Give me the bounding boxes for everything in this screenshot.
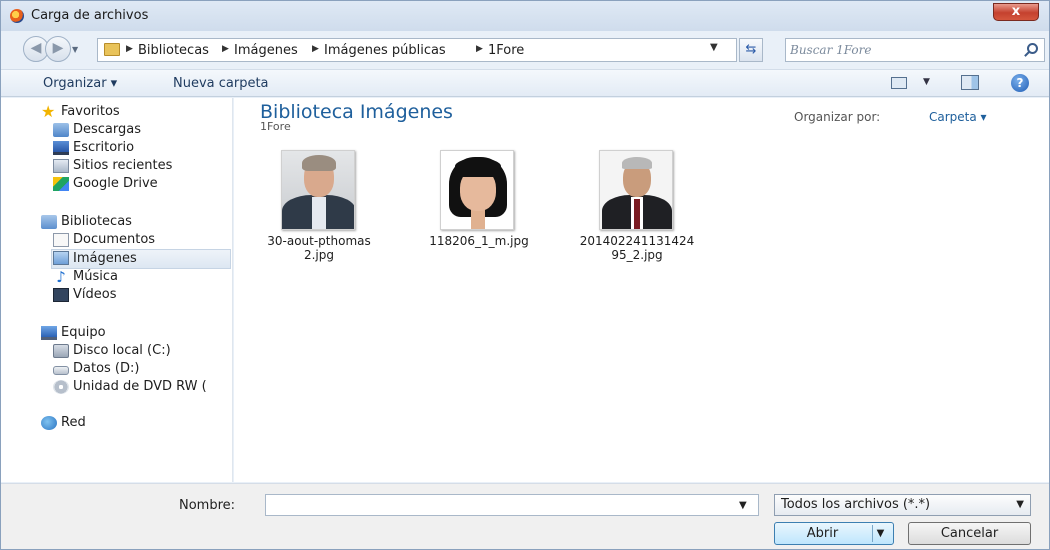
search-box[interactable] [785, 38, 1045, 62]
network-icon [41, 416, 57, 430]
file-type-value: Todos los archivos (*.*) [781, 497, 931, 512]
chevron-right-icon[interactable]: ▶ [222, 44, 229, 54]
drive-icon [53, 366, 69, 375]
google-drive-icon [53, 177, 69, 191]
search-icon[interactable] [1027, 43, 1038, 54]
desktop-icon [53, 141, 69, 155]
chevron-down-icon: ▼ [1016, 499, 1024, 510]
view-dropdown-icon[interactable]: ▼ [923, 77, 930, 87]
help-icon[interactable]: ? [1011, 74, 1029, 92]
open-button[interactable]: Abrir ▼ [774, 522, 894, 545]
history-dropdown-icon[interactable]: ▼ [72, 45, 78, 54]
close-button[interactable]: x [993, 3, 1039, 21]
file-type-select[interactable]: Todos los archivos (*.*) ▼ [774, 494, 1031, 516]
pictures-icon [53, 251, 69, 265]
documents-icon [53, 233, 69, 247]
folder-icon [104, 43, 120, 56]
refresh-button[interactable]: ⇆ [739, 38, 763, 62]
organize-button[interactable]: Organizar ▾ [43, 76, 117, 91]
star-icon: ★ [41, 102, 56, 121]
recent-places-icon [53, 159, 69, 173]
sidebar-item-label: Música [73, 269, 118, 284]
title-bar: Carga de archivos x [1, 1, 1049, 31]
file-name-dropdown-icon[interactable]: ▼ [739, 500, 747, 511]
chevron-right-icon[interactable]: ▶ [476, 44, 483, 54]
sidebar-item-imagenes[interactable]: Imágenes [51, 249, 231, 269]
chevron-right-icon[interactable]: ▶ [126, 44, 133, 54]
sidebar-item-label: Google Drive [73, 176, 158, 191]
file-name: 201402241131424 95_2.jpg [579, 234, 695, 262]
file-name: 30-aout-pthomas 2.jpg [267, 234, 371, 262]
file-name: 118206_1_m.jpg [429, 234, 529, 248]
command-toolbar: Organizar ▾ Nueva carpeta ▼ ? [1, 69, 1049, 97]
sidebar-item-label: Descargas [73, 122, 142, 137]
search-input[interactable] [790, 41, 1010, 59]
sidebar-item-label: Red [61, 415, 86, 430]
sidebar-item-label: Datos (D:) [73, 361, 140, 376]
address-bar[interactable]: ▶ Bibliotecas ▶ Imágenes ▶ Imágenes públ… [97, 38, 737, 62]
open-options-dropdown[interactable]: ▼ [872, 525, 888, 542]
arrange-by-label: Organizar por: [794, 110, 881, 124]
sidebar-item-label: Unidad de DVD RW ( [73, 379, 207, 394]
breadcrumb-imagenes[interactable]: Imágenes [234, 43, 298, 58]
preview-pane-icon[interactable] [961, 75, 979, 90]
forward-button[interactable]: ▶ [45, 36, 71, 62]
computer-icon [41, 326, 57, 340]
portrait-thumbnail [599, 150, 673, 230]
open-button-label: Abrir [806, 526, 839, 541]
videos-icon [53, 288, 69, 302]
firefox-icon [10, 9, 24, 23]
sidebar-item-label: Disco local (C:) [73, 343, 171, 358]
navigation-pane: ★ Favoritos Descargas Escritorio Sitios … [1, 98, 233, 482]
change-view-icon[interactable] [891, 77, 907, 89]
sidebar-item-label: Favoritos [61, 104, 120, 119]
sidebar-item-label: Vídeos [73, 287, 117, 302]
portrait-thumbnail [281, 150, 355, 230]
sidebar-item-label: Documentos [73, 232, 156, 247]
file-name-label: Nombre: [179, 498, 236, 513]
downloads-icon [53, 123, 69, 137]
sidebar-item-label: Escritorio [73, 140, 135, 155]
window-title: Carga de archivos [31, 8, 149, 23]
sidebar-item-label: Imágenes [73, 251, 137, 266]
breadcrumb-imagenes-publicas[interactable]: Imágenes públicas [324, 43, 446, 58]
file-name-input[interactable] [265, 494, 759, 516]
file-list: Biblioteca Imágenes 1Fore Organizar por:… [234, 98, 1049, 482]
sidebar-item-label: Sitios recientes [73, 158, 173, 173]
local-disk-icon [53, 344, 69, 358]
navigation-bar: ◀ ▶ ▼ ▶ Bibliotecas ▶ Imágenes ▶ Imágene… [1, 32, 1049, 66]
library-subtitle: 1Fore [260, 120, 291, 133]
new-folder-button[interactable]: Nueva carpeta [173, 76, 269, 91]
breadcrumb-bibliotecas[interactable]: Bibliotecas [138, 43, 209, 58]
portrait-thumbnail [440, 150, 514, 230]
arrange-by-dropdown[interactable]: Carpeta ▾ [929, 110, 987, 124]
address-dropdown-icon[interactable]: ▼ [710, 42, 718, 53]
breadcrumb-1fore[interactable]: 1Fore [488, 43, 524, 58]
dvd-drive-icon [53, 380, 69, 394]
dialog-footer: Nombre: ▼ Todos los archivos (*.*) ▼ Abr… [1, 483, 1049, 549]
sidebar-item-dvd[interactable]: Unidad de DVD RW ( [53, 379, 231, 397]
cancel-button[interactable]: Cancelar [908, 522, 1031, 545]
file-upload-dialog: Carga de archivos x ◀ ▶ ▼ ▶ Bibliotecas … [0, 0, 1050, 550]
chevron-right-icon[interactable]: ▶ [312, 44, 319, 54]
libraries-icon [41, 215, 57, 229]
sidebar-item-label: Bibliotecas [61, 214, 132, 229]
music-icon: ♪ [56, 268, 66, 286]
sidebar-item-label: Equipo [61, 325, 106, 340]
